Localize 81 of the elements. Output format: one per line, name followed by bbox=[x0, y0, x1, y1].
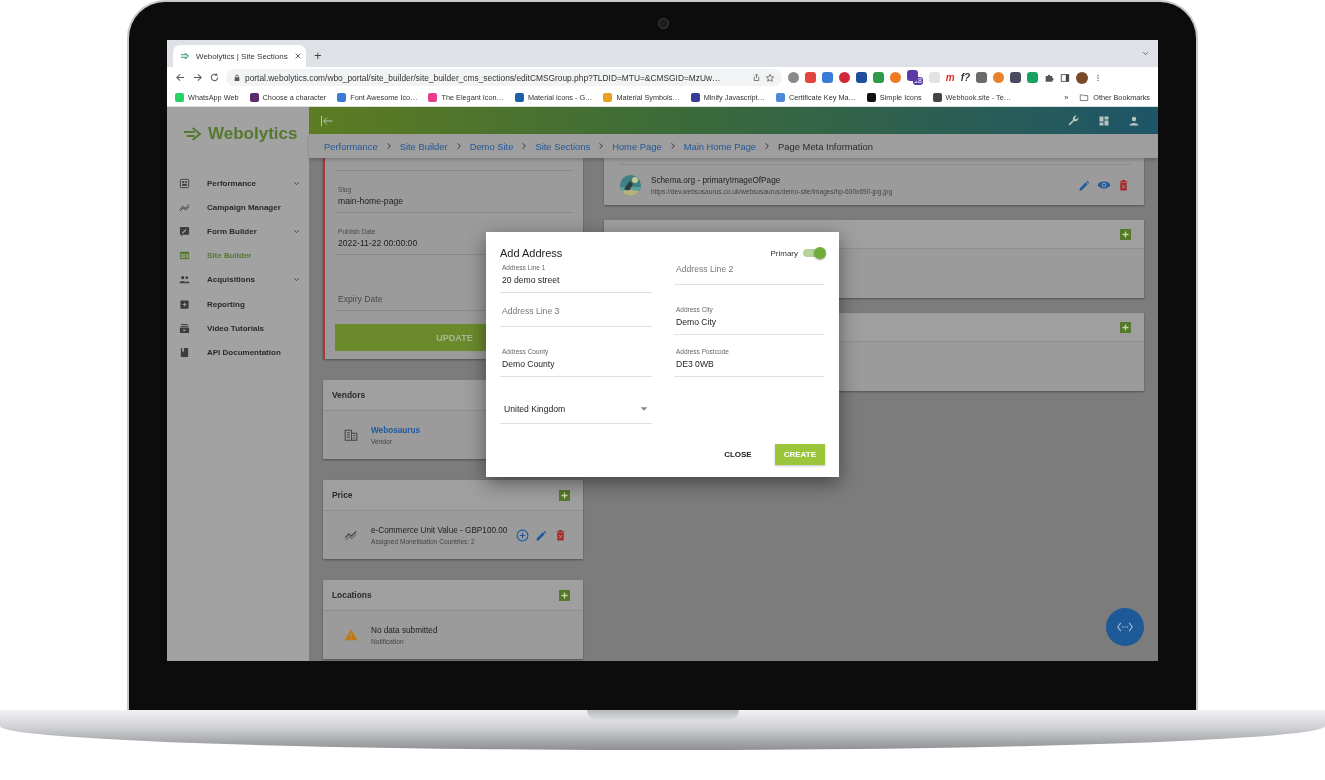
plus-icon bbox=[1121, 322, 1130, 332]
add-button[interactable] bbox=[559, 589, 570, 601]
extension-icon[interactable] bbox=[976, 72, 988, 83]
close-button[interactable]: CLOSE bbox=[715, 444, 761, 465]
dashboard-icon bbox=[179, 177, 190, 189]
profile-avatar[interactable] bbox=[1076, 71, 1089, 84]
item-title: Schema.org - primaryImageOfPage bbox=[651, 175, 782, 185]
chevron-down-icon[interactable] bbox=[1141, 49, 1150, 58]
trash-icon[interactable] bbox=[1117, 178, 1130, 192]
sidebar-item[interactable]: API Documentation bbox=[167, 340, 309, 365]
card-title: Locations bbox=[332, 590, 372, 600]
chevron-right-icon bbox=[384, 142, 393, 150]
sidebar-item[interactable]: Acquisitions bbox=[167, 267, 309, 292]
reload-icon[interactable] bbox=[209, 72, 220, 83]
extension-icon[interactable] bbox=[856, 72, 867, 83]
pencil-icon[interactable] bbox=[535, 528, 548, 542]
chevron-right-icon bbox=[763, 142, 772, 150]
app-logo: Webolytics bbox=[208, 123, 298, 144]
add-button[interactable] bbox=[1120, 321, 1131, 333]
forward-icon[interactable] bbox=[192, 72, 203, 83]
sidebar-item[interactable]: Form Builder bbox=[167, 219, 309, 244]
sidebar-item[interactable]: Reporting bbox=[167, 291, 309, 317]
book-icon bbox=[179, 346, 190, 358]
extension-icon[interactable] bbox=[839, 72, 850, 83]
trend-icon bbox=[179, 201, 190, 213]
pencil-icon[interactable] bbox=[1078, 178, 1091, 192]
new-tab-button[interactable]: + bbox=[314, 45, 322, 67]
item-title: No data submitted bbox=[371, 625, 439, 635]
add-button[interactable] bbox=[559, 489, 570, 501]
country-select[interactable]: United Kingdom bbox=[500, 390, 652, 424]
plus-icon bbox=[560, 590, 569, 600]
people-icon bbox=[179, 274, 190, 286]
trash-icon[interactable] bbox=[554, 528, 567, 542]
building-icon bbox=[344, 428, 358, 442]
close-icon[interactable] bbox=[293, 52, 302, 60]
back-icon[interactable] bbox=[175, 72, 186, 83]
report-icon bbox=[179, 298, 190, 310]
extension-icon[interactable] bbox=[822, 72, 833, 83]
browser-tab[interactable]: Webolytics | Site Sections bbox=[173, 45, 306, 67]
chevron-right-icon bbox=[597, 142, 606, 150]
browser-icon bbox=[179, 250, 190, 262]
arrow-icon bbox=[180, 51, 190, 61]
lock-icon bbox=[233, 73, 241, 82]
toggle-label: Primary bbox=[770, 248, 798, 258]
dropdown-icon bbox=[640, 405, 648, 412]
folder-icon bbox=[1079, 92, 1090, 102]
primary-toggle[interactable] bbox=[803, 249, 825, 257]
chevron-right-icon bbox=[454, 142, 463, 150]
chevron-right-icon bbox=[520, 142, 529, 150]
plus-icon bbox=[560, 490, 569, 500]
extension-icon[interactable]: f? bbox=[960, 72, 971, 83]
logo-arrow-icon bbox=[181, 125, 203, 142]
share-icon[interactable] bbox=[752, 73, 761, 82]
sidebar-item[interactable]: Performance bbox=[167, 171, 309, 196]
person-icon[interactable] bbox=[1128, 114, 1140, 127]
trend-icon bbox=[344, 528, 358, 542]
sidebar-icon[interactable] bbox=[1060, 72, 1071, 83]
add-button[interactable] bbox=[1120, 228, 1131, 240]
camera-icon bbox=[658, 18, 669, 29]
puzzle-icon[interactable] bbox=[1044, 72, 1055, 83]
edit-form-icon bbox=[179, 225, 190, 237]
dashboard-icon[interactable] bbox=[1098, 114, 1110, 127]
card-title: Price bbox=[332, 490, 353, 500]
extension-icon[interactable] bbox=[1010, 72, 1022, 83]
extension-icon[interactable]: m bbox=[945, 72, 955, 83]
address-bar[interactable]: portal.webolytics.com/wbo_portal/site_builder/site_builder_cms_sections/editCMSGroup.php?TLDID=MTU=&CMSGID=MzUw… bbox=[226, 69, 782, 86]
text-field[interactable]: Address Line 3 bbox=[500, 306, 652, 327]
star-icon[interactable] bbox=[765, 72, 775, 83]
sidebar-item[interactable]: Video Tutorials bbox=[167, 316, 309, 341]
plus-icon bbox=[1121, 229, 1130, 239]
add-circle-icon[interactable] bbox=[516, 528, 529, 542]
collapse-icon[interactable] bbox=[319, 114, 335, 127]
video-icon bbox=[179, 322, 190, 334]
wrench-icon[interactable] bbox=[1067, 114, 1080, 127]
sidebar-item[interactable]: Campaign Manager bbox=[167, 195, 309, 220]
warning-icon bbox=[344, 628, 358, 642]
chevron-right-icon bbox=[668, 142, 677, 150]
text-field[interactable]: Address Line 2 bbox=[674, 264, 824, 285]
extension-icon[interactable] bbox=[805, 72, 816, 83]
code-icon bbox=[1116, 621, 1134, 633]
card-title: Vendors bbox=[332, 390, 366, 400]
